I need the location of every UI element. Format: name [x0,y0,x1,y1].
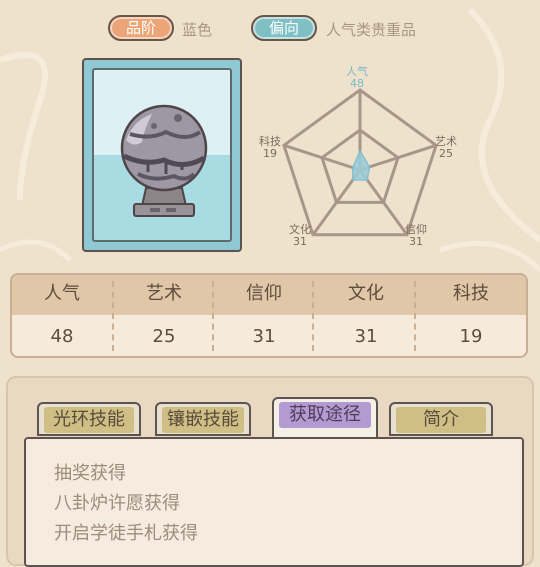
tab-inlay-skill[interactable]: 镶嵌技能 [155,402,251,436]
stats-col-tech: 科技 19 [416,275,526,356]
radar-label-faith: 信仰 31 [405,224,427,248]
stats-value: 19 [459,326,483,347]
radar-label-value: 31 [409,235,423,248]
stats-col-faith: 信仰 31 [214,275,314,356]
radar-label-art: 艺术 25 [435,136,457,160]
radar-label-value: 48 [350,77,364,90]
bias-value: 人气类贵重品 [326,21,417,39]
stats-table: 人气 48 艺术 25 信仰 31 文化 31 科技 19 [10,273,528,358]
stats-col-culture: 文化 31 [316,275,416,356]
stats-col-art: 艺术 25 [114,275,214,356]
stats-value: 31 [252,326,276,347]
radar-svg [282,88,438,237]
radar-label-value: 31 [293,235,307,248]
radar-label-popularity: 人气 48 [346,66,368,90]
stone-orb-icon [120,104,208,217]
bias-badge: 偏向 [251,15,317,41]
tab-label: 获取途径 [279,402,371,428]
stats-value: 48 [50,326,74,347]
stats-col-popularity: 人气 48 [12,275,112,356]
grade-value: 蓝色 [182,21,213,39]
stats-header: 信仰 [246,283,282,304]
acquisition-line: 八卦炉许愿获得 [54,493,180,514]
item-card [82,58,242,252]
radar-label-culture: 文化 31 [289,224,311,248]
stats-header: 人气 [44,283,80,304]
grade-badge: 品阶 [108,15,174,41]
radar-chart: 人气 48 艺术 25 信仰 31 文化 31 科技 19 [255,60,465,260]
stats-header: 艺术 [146,283,182,304]
grade-label: 品阶 [125,19,156,37]
radar-label-value: 19 [263,147,277,160]
tab-label: 镶嵌技能 [162,407,244,433]
acquisition-line: 开启学徒手札获得 [54,523,198,544]
stats-header: 科技 [453,283,489,304]
tab-aura-skill[interactable]: 光环技能 [37,402,141,436]
tab-label: 简介 [396,407,486,433]
tab-acquisition[interactable]: 获取途径 [272,397,378,441]
stats-value: 31 [354,326,378,347]
acquisition-line: 抽奖获得 [54,463,126,484]
tab-intro[interactable]: 简介 [389,402,493,436]
item-card-frame [92,68,232,242]
tab-content: 抽奖获得 八卦炉许愿获得 开启学徒手札获得 [24,437,524,567]
stats-value: 25 [152,326,176,347]
tab-label: 光环技能 [44,407,134,433]
bias-label: 偏向 [268,19,299,37]
radar-label-value: 25 [439,147,453,160]
radar-label-tech: 科技 19 [259,136,281,160]
stats-header: 文化 [348,283,384,304]
